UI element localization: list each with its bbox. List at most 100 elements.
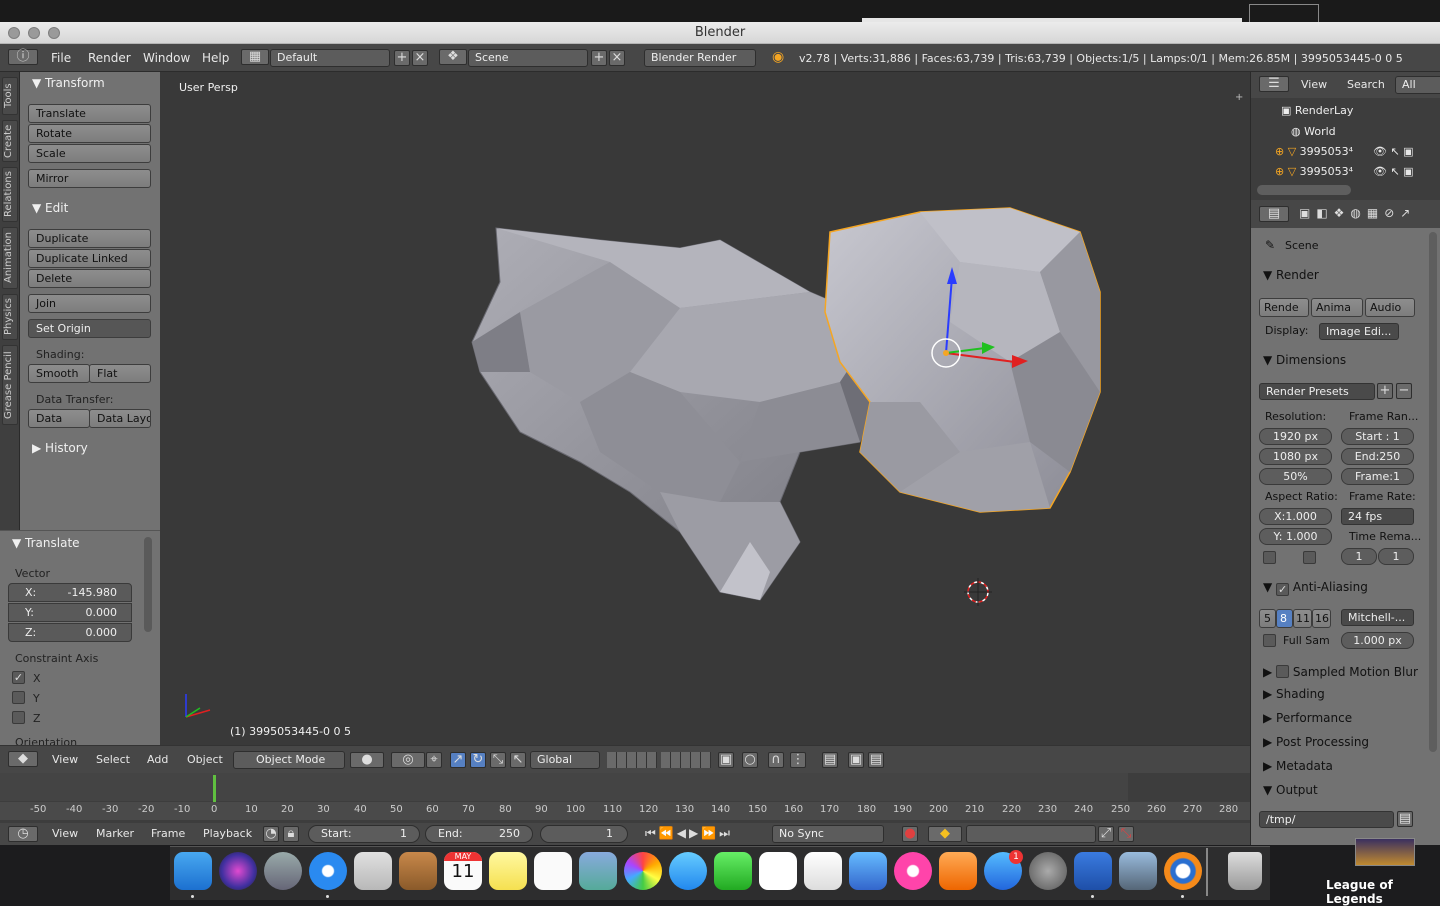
render-engine-select[interactable]: Blender Render [644, 49, 756, 67]
layer-lock-icon[interactable]: ▣ [718, 752, 734, 768]
post-processing-panel-header[interactable]: ▶ Post Processing [1263, 735, 1369, 749]
data-button[interactable]: Data [28, 409, 90, 428]
timeline-menu-frame[interactable]: Frame [151, 827, 185, 840]
vector-x-field[interactable]: X: -145.980 [8, 583, 132, 602]
snap-element-icon[interactable]: ⋮ [790, 752, 806, 768]
layout-field[interactable]: Default [270, 49, 390, 67]
outliner-item-object-2[interactable]: ⊕ ▽ 3995053⁴ [1275, 165, 1353, 178]
delete-keyframe-icon[interactable]: ⤡ [1118, 826, 1134, 842]
timeline-menu-playback[interactable]: Playback [203, 827, 252, 840]
render-presets-select[interactable]: Render Presets [1259, 383, 1375, 400]
timeline-area[interactable]: -50 -40 -30 -20 -10 0 10 20 30 40 50 60 … [0, 773, 1250, 823]
time-remap-old-field[interactable]: 1 [1341, 548, 1377, 565]
visibility-eye-icon[interactable]: 👁︎ ↖ ▣ [1373, 165, 1414, 178]
start-frame-field[interactable]: Start: 1 [308, 825, 420, 843]
border-checkbox[interactable] [1263, 551, 1276, 564]
filter-size-field[interactable]: 1.000 px [1341, 632, 1414, 649]
editor-type-outliner-icon[interactable]: ☰ [1259, 76, 1289, 92]
trash-icon[interactable] [1228, 852, 1262, 890]
outliner-item-world[interactable]: ◍ World [1291, 125, 1336, 138]
menu-add[interactable]: Add [147, 753, 168, 766]
3d-viewport[interactable]: User Persp (1) 3995053445-0 0 5 + [160, 72, 1250, 745]
operator-header[interactable]: ▼ Translate [12, 536, 80, 550]
current-frame-field[interactable]: 1 [540, 825, 628, 843]
outliner-menu-view[interactable]: View [1301, 78, 1327, 91]
manipulator-toggle-icon[interactable]: ⌖ [426, 752, 442, 768]
smooth-button[interactable]: Smooth [28, 364, 90, 383]
league-of-legends-icon[interactable] [1355, 838, 1415, 866]
outliner-menu-search[interactable]: Search [1347, 78, 1385, 91]
editor-type-icon[interactable]: ⓘ [8, 49, 38, 65]
mode-select[interactable]: Object Mode [233, 751, 345, 769]
keyframe-icon[interactable]: ◆ [928, 826, 962, 842]
time-remap-new-field[interactable]: 1 [1378, 548, 1414, 565]
safari-icon[interactable] [309, 852, 347, 890]
aa-11-button[interactable]: 11 [1293, 609, 1312, 628]
sync-select[interactable]: No Sync [772, 825, 884, 843]
ibooks-icon[interactable] [939, 852, 977, 890]
properties-scrollbar[interactable] [1429, 232, 1437, 752]
numbers-icon[interactable] [804, 852, 842, 890]
translate-button[interactable]: Translate [28, 104, 151, 123]
pages-icon[interactable] [759, 852, 797, 890]
timeline-menu-view[interactable]: View [52, 827, 78, 840]
preview-range-icon[interactable]: ◔ [263, 826, 279, 842]
aa-8-button[interactable]: 8 [1276, 609, 1293, 628]
insert-keyframe-icon[interactable]: ⤢ [1098, 826, 1114, 842]
performance-panel-header[interactable]: ▶ Performance [1263, 711, 1352, 725]
current-frame-line[interactable] [213, 775, 216, 802]
scale-manip-icon[interactable]: ⤡ [490, 752, 506, 768]
menu-help[interactable]: Help [202, 51, 229, 65]
preview-icon[interactable] [1119, 852, 1157, 890]
proportional-edit-icon[interactable]: ○ [742, 752, 758, 768]
add-scene-icon[interactable]: + [591, 50, 607, 66]
pivot-icon[interactable]: ◎ [391, 752, 425, 768]
reminders-icon[interactable] [534, 852, 572, 890]
join-button[interactable]: Join [28, 294, 151, 313]
frame-end-field[interactable]: End:250 [1341, 448, 1414, 465]
scene-icon[interactable]: ❖ [439, 49, 467, 65]
motion-blur-checkbox[interactable] [1276, 665, 1290, 678]
aa-5-button[interactable]: 5 [1259, 609, 1276, 628]
layers-grid-b[interactable] [661, 752, 711, 768]
fps-select[interactable]: 24 fps [1341, 508, 1414, 525]
crop-checkbox[interactable] [1303, 551, 1316, 564]
finder-icon[interactable] [174, 852, 212, 890]
metadata-panel-header[interactable]: ▶ Metadata [1263, 759, 1333, 773]
3d-cursor[interactable] [964, 578, 992, 606]
constraint-x-checkbox[interactable]: ✓ [12, 671, 25, 684]
menu-window[interactable]: Window [143, 51, 190, 65]
scene-field[interactable]: Scene [468, 49, 588, 67]
edit-header[interactable]: ▼ Edit [32, 201, 68, 215]
layers-grid-a[interactable] [607, 752, 657, 768]
system-preferences-icon[interactable] [1029, 852, 1067, 890]
editor-type-3d-icon[interactable]: ◆ [8, 751, 38, 767]
visibility-eye-icon[interactable]: 👁︎ ↖ ▣ [1373, 145, 1414, 158]
aspect-x-field[interactable]: X:1.000 [1259, 508, 1332, 525]
render-still-button[interactable]: Rende [1259, 298, 1309, 317]
menu-object[interactable]: Object [187, 753, 223, 766]
aspect-y-field[interactable]: Y: 1.000 [1259, 528, 1332, 545]
history-header[interactable]: ▶ History [32, 441, 88, 455]
playback-controls[interactable]: ⏮⏪◀▶⏩⏭ [645, 826, 765, 842]
layout-grid-icon[interactable]: ▦ [241, 49, 269, 65]
set-origin-select[interactable]: Set Origin [28, 319, 151, 338]
word-icon[interactable] [1074, 852, 1112, 890]
close-window-button[interactable] [8, 27, 20, 39]
zoom-window-button[interactable] [48, 27, 60, 39]
properties-context-tabs[interactable]: ▣◧❖◍▦⊘↗ [1299, 206, 1416, 220]
render-still-icon[interactable]: ▣ [848, 752, 864, 768]
frame-step-field[interactable]: Frame:1 [1341, 468, 1414, 485]
motion-blur-panel-header[interactable]: ▶ Sampled Motion Blur [1263, 663, 1418, 679]
outliner-item-object-1[interactable]: ⊕ ▽ 3995053⁴ [1275, 145, 1353, 158]
shading-panel-header[interactable]: ▶ Shading [1263, 687, 1325, 701]
remove-layout-icon[interactable]: × [412, 50, 428, 66]
vector-y-field[interactable]: Y: 0.000 [8, 603, 132, 622]
rotate-button[interactable]: Rotate [28, 124, 151, 143]
dimensions-panel-header[interactable]: ▼ Dimensions [1263, 353, 1346, 367]
frame-start-field[interactable]: Start : 1 [1341, 428, 1414, 445]
tab-grease-pencil[interactable]: Grease Pencil [2, 345, 18, 425]
add-layout-icon[interactable]: + [394, 50, 410, 66]
menu-file[interactable]: File [51, 51, 71, 65]
timeline-menu-marker[interactable]: Marker [96, 827, 134, 840]
